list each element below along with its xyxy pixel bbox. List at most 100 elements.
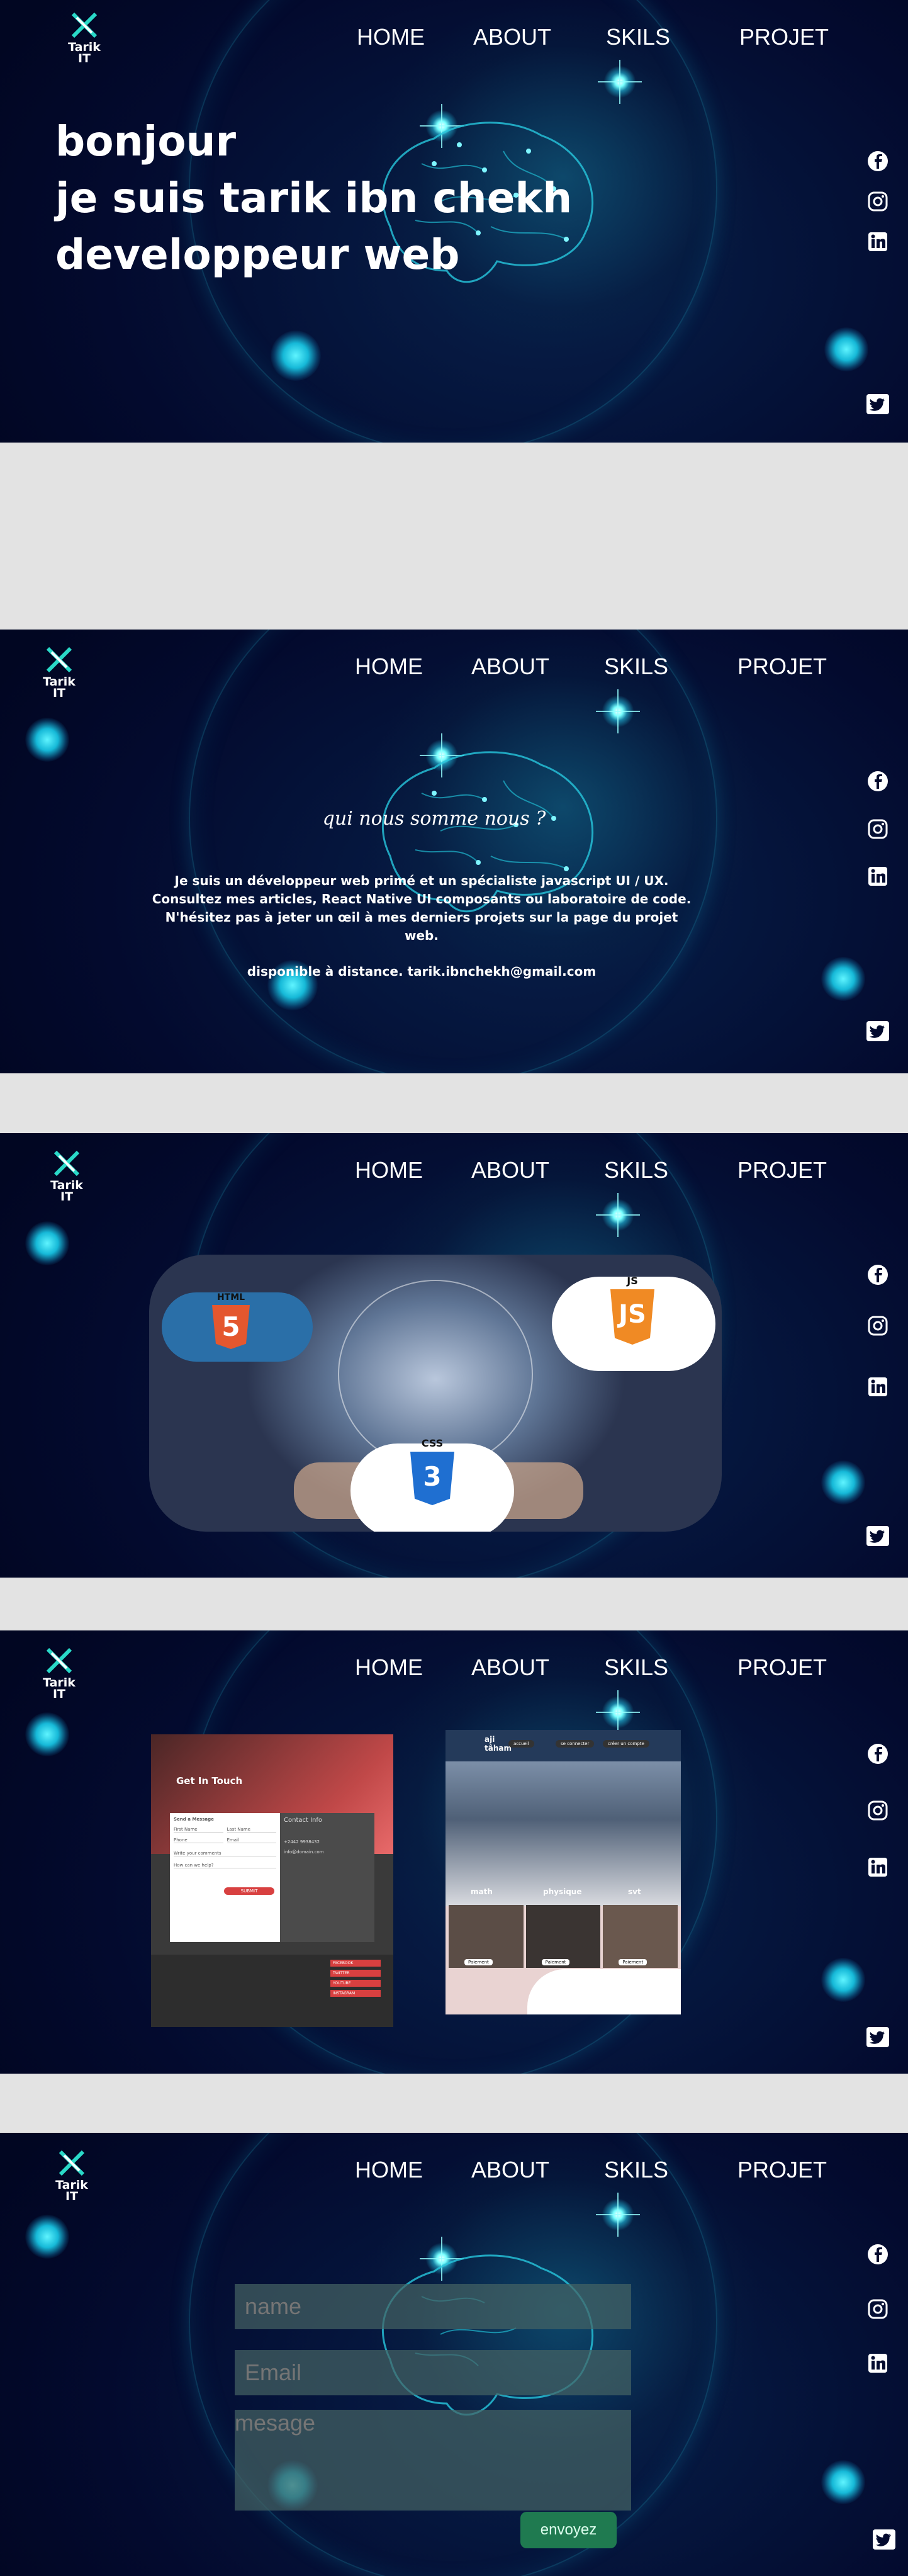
nav-home[interactable]: HOME [355, 1157, 423, 1183]
facebook-icon[interactable] [865, 1743, 890, 1765]
facebook-icon[interactable] [865, 2243, 890, 2266]
footer-button: YOUTUBE [330, 1980, 381, 1987]
contact-info-title: Contact Info [284, 1817, 323, 1824]
nav-about[interactable]: ABOUT [471, 1654, 549, 1681]
facebook-icon[interactable] [865, 770, 890, 793]
main-nav: HOME ABOUT SKILS PROJET [0, 653, 908, 679]
field-label: Phone [174, 1838, 223, 1843]
hero-line2: je suis tarik ibn chekh [55, 174, 573, 222]
school-tab: accueil [508, 1740, 534, 1748]
linkedin-icon[interactable] [865, 865, 890, 888]
project-submit: SUBMIT [224, 1887, 274, 1895]
nav-home[interactable]: HOME [355, 653, 423, 680]
social-bar [858, 1630, 908, 2074]
twitter-icon[interactable] [865, 393, 890, 415]
nav-about[interactable]: ABOUT [471, 1157, 549, 1183]
instagram-icon[interactable] [865, 1314, 890, 1337]
instagram-icon[interactable] [865, 190, 890, 213]
glow-orb [25, 2215, 69, 2259]
nav-projects[interactable]: PROJET [737, 653, 827, 680]
brain-graphic [381, 2254, 594, 2416]
field-label: First Name [174, 1827, 223, 1833]
nav-home[interactable]: HOME [355, 2157, 423, 2183]
nav-skills[interactable]: SKILS [604, 1157, 668, 1183]
nav-skills[interactable]: SKILS [604, 1654, 668, 1681]
html-label: HTML [216, 1292, 245, 1302]
js-shield-icon: JS [610, 1289, 654, 1345]
nav-home[interactable]: HOME [357, 24, 425, 50]
submit-button[interactable]: envoyez [520, 2512, 617, 2548]
main-nav: HOME ABOUT SKILS PROJET [0, 1157, 908, 1183]
logo-line2: IT [52, 686, 66, 700]
linkedin-icon[interactable] [865, 1376, 890, 1398]
css3-logo: CSS 3 [407, 1437, 457, 1513]
logo-line2: IT [60, 1190, 74, 1204]
nav-projects[interactable]: PROJET [739, 24, 829, 50]
pay-button: Paiement [541, 1959, 570, 1965]
message-textarea[interactable] [235, 2410, 631, 2511]
twitter-icon[interactable] [865, 2026, 890, 2048]
nav-home[interactable]: HOME [355, 1654, 423, 1681]
project-form: Send a Message First Name Last Name Phone… [170, 1813, 280, 1942]
linkedin-icon[interactable] [865, 1856, 890, 1878]
skills-section: Tarik IT HOME ABOUT SKILS PROJET HTML 5 … [0, 1133, 908, 1578]
project-card-contact[interactable]: Get In Touch Send a Message First Name La… [151, 1734, 393, 2027]
email-input[interactable] [235, 2350, 631, 2395]
social-bar [858, 2133, 908, 2576]
video-thumbs: Paiement Paiement Paiement [449, 1905, 678, 1968]
css3-shield-icon: 3 [410, 1452, 454, 1505]
subject-label: math [471, 1887, 493, 1896]
logo-line2: IT [52, 1687, 66, 1701]
linkedin-icon[interactable] [865, 230, 890, 253]
contact-mail: info@domain.com [284, 1850, 324, 1855]
nav-skills[interactable]: SKILS [606, 24, 670, 50]
school-footer-blob [527, 1969, 681, 2014]
project-footer: FACEBOOK TWITTER YOUTUBE INSTAGRAM [151, 1955, 393, 2027]
html5-shield-icon: 5 [212, 1305, 250, 1349]
nav-projects[interactable]: PROJET [737, 1654, 827, 1681]
instagram-icon[interactable] [865, 1799, 890, 1822]
nav-projects[interactable]: PROJET [737, 2157, 827, 2183]
project-contact-info: Contact Info +2442 9938432 info@domain.c… [280, 1813, 374, 1942]
glow-orb [25, 1712, 69, 1756]
school-brand: aji tâham [485, 1735, 512, 1753]
nav-skills[interactable]: SKILS [604, 2157, 668, 2183]
field-label: How can we help? [174, 1863, 276, 1868]
main-nav: HOME ABOUT SKILS PROJET [0, 1654, 908, 1680]
glow-orb [271, 330, 321, 381]
instagram-icon[interactable] [865, 2298, 890, 2320]
glow-orb [25, 718, 69, 762]
nav-about[interactable]: ABOUT [471, 2157, 549, 2183]
project-card-school[interactable]: aji tâham accueil se connecter créer un … [446, 1730, 681, 2014]
about-section: Tarik IT HOME ABOUT SKILS PROJET qui nou… [0, 630, 908, 1073]
facebook-icon[interactable] [865, 1263, 890, 1286]
js-label: JS [627, 1275, 638, 1287]
nav-about[interactable]: ABOUT [471, 653, 549, 680]
twitter-icon[interactable] [865, 1525, 890, 1547]
hero-line1: bonjour [55, 117, 237, 166]
subject-label: physique [543, 1887, 582, 1896]
facebook-icon[interactable] [865, 150, 890, 172]
nav-projects[interactable]: PROJET [737, 1157, 827, 1183]
footer-button: TWITTER [330, 1970, 381, 1977]
field-label: Last Name [227, 1827, 276, 1833]
pay-button: Paiement [619, 1959, 647, 1965]
nav-about[interactable]: ABOUT [473, 24, 551, 50]
logo-line2: IT [65, 2189, 79, 2203]
hero-section: Tarik IT HOME ABOUT SKILS PROJET bonjour… [0, 0, 908, 443]
school-tab: se connecter [556, 1740, 595, 1748]
name-input[interactable] [235, 2284, 631, 2329]
skills-image: HTML 5 JS JS CSS 3 [149, 1255, 722, 1532]
instagram-icon[interactable] [865, 818, 890, 840]
main-nav: HOME ABOUT SKILS PROJET [0, 24, 908, 50]
social-bar [858, 1133, 908, 1578]
linkedin-icon[interactable] [865, 2352, 890, 2375]
pay-button: Paiement [464, 1959, 493, 1965]
twitter-icon[interactable] [872, 2528, 897, 2551]
twitter-icon[interactable] [865, 1020, 890, 1042]
about-text: Je suis un développeur web primé et un s… [151, 872, 692, 981]
js-logo: JS JS [607, 1275, 658, 1350]
contact-phone: +2442 9938432 [284, 1839, 320, 1844]
hero-text: bonjour je suis tarik ibn chekh developp… [55, 113, 572, 283]
nav-skills[interactable]: SKILS [604, 653, 668, 680]
